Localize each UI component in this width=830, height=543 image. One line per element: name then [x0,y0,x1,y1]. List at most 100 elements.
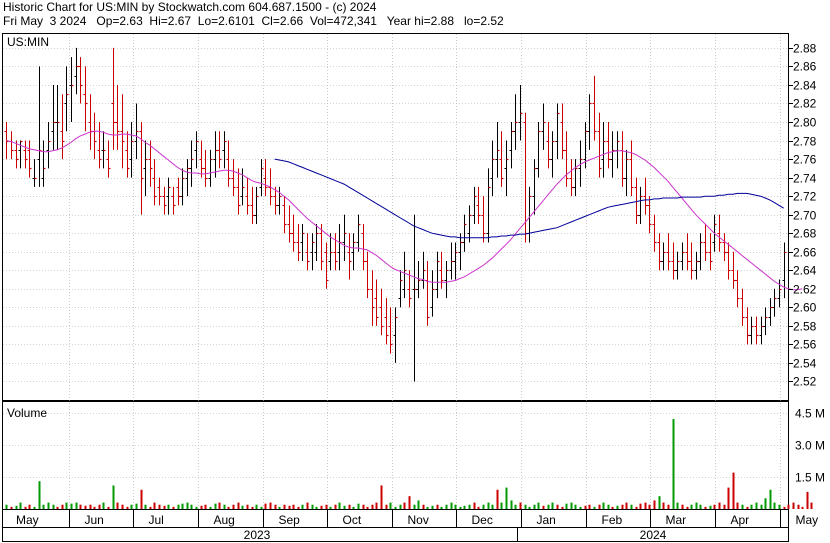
ohlc-bar [55,84,60,150]
ohlc-bar [671,242,676,280]
price-tick-label: 2.64 [793,264,817,278]
ohlc-bar [287,205,292,243]
ohlc-bar [324,242,329,289]
ohlc-bar [657,233,662,271]
price-tick-label: 2.78 [793,135,817,149]
ohlc-bar [416,261,421,299]
price-tick-label: 2.68 [793,227,817,241]
month-tick-label: Apr [731,513,750,527]
ohlc-bar [444,261,449,299]
ohlc-bar [435,251,440,299]
ohlc-bar [532,159,537,215]
ohlc-bar [282,196,287,234]
ohlc-bar [592,75,597,141]
ohlc-bar [689,242,694,280]
ohlc-bar [23,140,28,169]
chart-root: Historic Chart for US:MIN by Stockwatch.… [0,0,830,543]
price-tick-label: 2.88 [793,42,817,56]
month-tick-label: May [16,513,39,527]
ohlc-bar [222,131,227,169]
ohlc-bar [347,233,352,280]
ohlc-bar [481,196,486,243]
ohlc-bar [60,94,65,160]
ohlc-bar [194,131,199,169]
ohlc-bar [458,233,463,271]
ohlc-bar [638,186,643,224]
ohlc-bar [439,251,444,289]
ohlc-bar [606,122,611,169]
ohlc-bar [536,122,541,178]
ohlc-bar [398,270,403,308]
ohlc-bar [745,307,750,345]
ohlc-bar [365,251,370,299]
ohlc-bar [550,131,555,178]
ohlc-bar [453,242,458,280]
ohlc-bar [152,159,157,206]
ohlc-bar [259,159,264,197]
ohlc-bar [342,214,347,262]
price-tick-label: 2.86 [793,60,817,74]
ohlc-bar [643,177,648,215]
ohlc-bar [472,186,477,224]
ohlc-bar [328,233,333,271]
ohlc-bar [555,103,560,160]
ohlc-bar [615,131,620,169]
ohlc-bar [157,177,162,206]
price-tick-label: 2.82 [793,97,817,111]
ohlc-bar [726,242,731,280]
ohlc-bar [185,159,190,197]
month-axis-ticks: May Jun Jul Aug Sep Oct Nov Dec Jan Feb Mar Apr May [16,509,818,527]
ohlc-bar [217,131,222,169]
ohlc-bar [351,233,356,271]
symbol-label: US:MIN [7,35,49,49]
volume-title: Volume [7,406,47,420]
ohlc-bar [27,140,32,178]
ohlc-bar [83,66,88,132]
ohlc-bar [245,177,250,215]
ohlc-bar [495,122,500,178]
price-tick-label: 2.80 [793,116,817,130]
ohlc-bar [361,223,366,271]
ohlc-bar [370,270,375,326]
price-tick-label: 2.66 [793,246,817,260]
ohlc-bar [296,223,301,262]
ohlc-bar [518,84,523,141]
ohlc-bar [768,298,773,326]
ohlc-bar [305,233,310,271]
ohlc-bar [379,288,384,336]
ohlc-bar [685,233,690,271]
ohlc-bar [412,214,417,382]
ohlc-bar [490,140,495,197]
price-tick-label: 2.70 [793,209,817,223]
ohlc-bar [467,205,472,243]
ohlc-bar [675,251,680,280]
ohlc-bar [421,251,426,289]
ohlc-bar [499,131,504,187]
ohlc-bar [120,94,125,169]
ohlc-bar [134,103,139,160]
ohlc-bar [92,112,97,160]
ohlc-bar [101,131,106,169]
price-tick-label: 2.76 [793,153,817,167]
ohlc-bar [430,270,435,317]
ohlc-bar [384,298,389,345]
ohlc-bar [749,316,754,345]
volume-tick-label: 3.0 M [795,439,825,453]
year-label-2024: 2024 [640,528,667,542]
ohlc-bar [564,131,569,187]
price-tick-label: 2.58 [793,320,817,334]
ohlc-bar [129,122,134,178]
ohlc-bar [624,149,629,197]
ohlc-bar [74,47,79,95]
price-tick-label: 2.56 [793,338,817,352]
month-tick-label: Feb [602,513,623,527]
ohlc-bar [9,131,14,160]
price-tick-label: 2.74 [793,172,817,186]
ohlc-bar [300,223,305,262]
ohlc-bar [754,316,759,345]
price-tick-label: 2.60 [793,301,817,315]
volume-tick-label: 4.5 M [795,407,825,421]
ohlc-bar [560,103,565,160]
ohlc-bar [139,122,144,215]
ohlc-bar [569,159,574,197]
